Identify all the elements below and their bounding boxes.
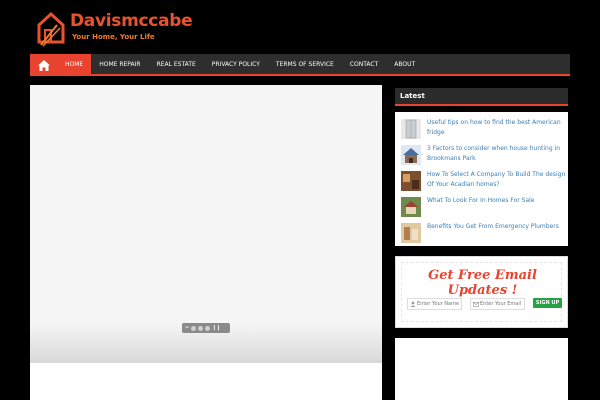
nav-item-terms-of-service[interactable]: TERMS OF SERVICE bbox=[268, 54, 342, 76]
nav-item-home[interactable]: HOME bbox=[57, 54, 92, 76]
featured-slider[interactable] bbox=[30, 85, 382, 363]
nav-item-contact[interactable]: CONTACT bbox=[342, 54, 386, 76]
slider-controls[interactable]: ✂ ❙❙ bbox=[182, 323, 230, 333]
list-item[interactable]: What To Look For In Homes For Sale bbox=[401, 196, 566, 220]
nav-item-about[interactable]: ABOUT bbox=[386, 54, 423, 76]
site-header: Davismccabe Your Home, Your Life bbox=[0, 0, 600, 54]
user-icon bbox=[408, 301, 417, 307]
envelope-icon bbox=[471, 301, 480, 307]
email-input[interactable] bbox=[480, 299, 524, 309]
list-item[interactable]: How To Select A Company To Build The des… bbox=[401, 170, 566, 194]
slider-prev-icon[interactable]: ✂ bbox=[185, 323, 189, 333]
house-logo-icon[interactable] bbox=[36, 11, 66, 47]
site-title[interactable]: Davismccabe bbox=[70, 11, 193, 31]
house-thumbnail[interactable] bbox=[401, 145, 421, 165]
post-link[interactable]: What To Look For In Homes For Sale bbox=[427, 196, 567, 206]
post-link[interactable]: How To Select A Company To Build The des… bbox=[427, 170, 567, 190]
name-field[interactable] bbox=[407, 298, 462, 310]
list-item[interactable]: Useful tips on how to find the best Amer… bbox=[401, 118, 566, 142]
nav-item-privacy-policy[interactable]: PRIVACY POLICY bbox=[204, 54, 268, 76]
list-item[interactable]: 3 Factors to consider when house hunting… bbox=[401, 144, 566, 168]
email-signup-widget: Get Free Email Updates ! SIGN UP bbox=[395, 256, 568, 328]
main-content-area bbox=[30, 363, 382, 400]
home-icon-glyph bbox=[37, 59, 50, 71]
fridge-thumbnail[interactable] bbox=[401, 119, 421, 139]
slider-dot[interactable] bbox=[205, 325, 211, 331]
nav-item-home-repair[interactable]: HOME REPAIR bbox=[91, 54, 148, 76]
sidebar-widget bbox=[395, 338, 568, 400]
latest-title: Latest bbox=[400, 92, 425, 100]
nav-items: HOME HOME REPAIR REAL ESTATE PRIVACY POL… bbox=[57, 54, 423, 76]
home-exterior-thumbnail[interactable] bbox=[401, 197, 421, 217]
post-link[interactable]: 3 Factors to consider when house hunting… bbox=[427, 144, 567, 164]
name-input[interactable] bbox=[417, 299, 461, 309]
interior-thumbnail[interactable] bbox=[401, 171, 421, 191]
post-link[interactable]: Useful tips on how to find the best Amer… bbox=[427, 118, 567, 138]
email-title: Get Free Email Updates ! bbox=[428, 268, 537, 298]
plumbing-thumbnail[interactable] bbox=[401, 223, 421, 243]
email-signup-inner: Get Free Email Updates ! SIGN UP bbox=[401, 262, 562, 322]
email-field[interactable] bbox=[470, 298, 525, 310]
list-item[interactable]: Benefits You Get From Emergency Plumbers bbox=[401, 222, 566, 246]
slider-pause-icon[interactable]: ❙❙ bbox=[212, 323, 220, 333]
nav-item-real-estate[interactable]: REAL ESTATE bbox=[149, 54, 204, 76]
latest-posts-list: Useful tips on how to find the best Amer… bbox=[395, 112, 568, 246]
site-tagline: Your Home, Your Life bbox=[72, 33, 155, 41]
slider-dot[interactable] bbox=[198, 325, 204, 331]
signup-button[interactable]: SIGN UP bbox=[533, 298, 562, 308]
post-link[interactable]: Benefits You Get From Emergency Plumbers bbox=[427, 222, 567, 232]
latest-widget-header: Latest bbox=[395, 88, 568, 106]
home-icon[interactable] bbox=[30, 54, 57, 76]
main-nav: HOME HOME REPAIR REAL ESTATE PRIVACY POL… bbox=[30, 54, 570, 76]
slider-dot[interactable] bbox=[191, 325, 197, 331]
